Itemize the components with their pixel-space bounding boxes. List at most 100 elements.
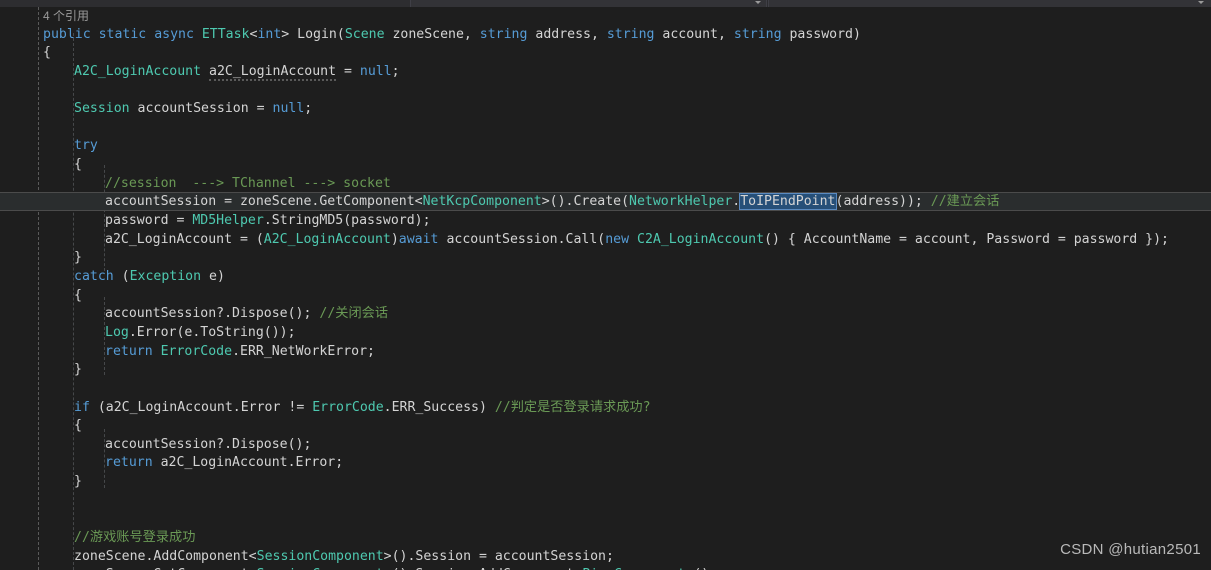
code-line[interactable]: password = MD5Helper.StringMD5(password)…: [105, 211, 431, 230]
code-text: (a2C_LoginAccount.Error !=: [89, 399, 313, 415]
code-text: {: [74, 157, 82, 173]
code-text: address,: [527, 26, 607, 42]
code-type: NetworkHelper: [629, 194, 733, 210]
code-line[interactable]: zoneScene.GetComponent<SessionComponent>…: [74, 565, 717, 570]
code-line[interactable]: }: [74, 248, 82, 267]
code-text: Login: [297, 26, 337, 42]
code-text: () { AccountName = account, Password = p…: [764, 231, 1169, 247]
code-text: >().Session = accountSession;: [383, 548, 614, 564]
code-line[interactable]: Log.Error(e.ToString());: [105, 323, 296, 342]
code-text: (: [336, 26, 345, 42]
code-text: ;: [391, 63, 400, 79]
code-line[interactable]: {: [74, 416, 82, 435]
code-line[interactable]: //游戏账号登录成功: [74, 528, 195, 547]
code-keyword: return: [105, 343, 153, 359]
code-keyword: if: [74, 399, 90, 415]
code-type: ErrorCode: [160, 343, 233, 359]
code-text: a2C_LoginAccount: [209, 63, 337, 81]
code-keyword: string: [479, 26, 528, 42]
code-type: A2C_LoginAccount: [74, 63, 202, 79]
chevron-down-icon[interactable]: [1198, 1, 1204, 4]
code-type: Session: [74, 101, 130, 117]
code-text: .StringMD5(password);: [263, 213, 431, 228]
code-comment: //建立会话: [930, 194, 1000, 210]
code-line[interactable]: public static async ETTask<int> Login(Sc…: [43, 25, 861, 44]
code-text: accountSession?.Dispose();: [105, 436, 312, 452]
code-text: }: [74, 474, 82, 490]
code-keyword: null: [272, 101, 305, 117]
toolbar-segment-project[interactable]: [410, 0, 767, 7]
code-editor[interactable]: 4 个引用 public static async ETTask<int> Lo…: [0, 7, 1211, 570]
code-text: .ERR_Success): [383, 399, 495, 415]
code-keyword: async: [154, 26, 194, 42]
code-line[interactable]: return a2C_LoginAccount.Error;: [105, 453, 343, 472]
code-text: }: [74, 250, 82, 266]
code-type: SessionComponent: [256, 548, 384, 564]
code-line[interactable]: try: [74, 136, 98, 155]
selected-token[interactable]: ToIPEndPoint: [739, 193, 837, 211]
code-line[interactable]: zoneScene.AddComponent<SessionComponent>…: [74, 547, 614, 566]
code-keyword: await: [398, 231, 439, 247]
code-keyword: string: [733, 26, 782, 42]
code-text: =: [336, 63, 360, 79]
code-keyword: try: [74, 138, 98, 154]
code-folding-guide: [38, 7, 40, 570]
code-text: .Error(e.ToString());: [128, 324, 296, 340]
code-text: e): [201, 268, 225, 284]
code-text: accountSession?.Dispose();: [105, 306, 320, 322]
code-text: accountSession.Call(: [438, 231, 606, 247]
code-line[interactable]: catch (Exception e): [74, 267, 225, 286]
code-text: (address));: [835, 194, 931, 210]
code-line[interactable]: }: [74, 472, 82, 491]
code-line[interactable]: A2C_LoginAccount a2C_LoginAccount = null…: [74, 62, 400, 81]
code-line[interactable]: {: [43, 43, 51, 62]
code-text: a2C_LoginAccount = (: [105, 231, 264, 247]
codelens-reference-count[interactable]: 4 个引用: [43, 7, 89, 25]
code-keyword: public: [43, 26, 91, 42]
code-line[interactable]: if (a2C_LoginAccount.Error != ErrorCode.…: [74, 398, 651, 417]
code-text: ): [390, 231, 399, 247]
code-type: C2A_LoginAccount: [637, 231, 765, 247]
toolbar-segment-member[interactable]: [768, 0, 1211, 7]
code-text: {: [74, 287, 82, 303]
code-line[interactable]: accountSession?.Dispose();: [105, 435, 311, 454]
code-line[interactable]: {: [74, 286, 82, 305]
code-text: {: [43, 45, 51, 61]
code-type: Exception: [129, 268, 202, 284]
code-text: (: [113, 268, 130, 284]
code-text: >().Create(: [541, 194, 630, 210]
code-keyword: catch: [74, 268, 114, 284]
code-text: {: [74, 418, 82, 434]
code-line[interactable]: //session ---> TChannel ---> socket: [105, 174, 391, 193]
code-text: .ERR_NetWorkError;: [232, 343, 375, 359]
code-type: NetKcpComponent: [422, 194, 542, 210]
code-line[interactable]: {: [74, 155, 82, 174]
code-text: a2C_LoginAccount.Error;: [152, 455, 344, 471]
code-line[interactable]: accountSession = zoneScene.GetComponent<…: [105, 192, 999, 211]
code-type: ETTask: [201, 26, 250, 42]
code-keyword: return: [105, 455, 153, 471]
code-text: password): [781, 26, 861, 42]
code-text: zoneScene,: [384, 26, 480, 42]
code-text: zoneScene.AddComponent: [74, 548, 249, 564]
code-line[interactable]: }: [74, 360, 82, 379]
code-comment: //游戏账号登录成功: [74, 530, 196, 546]
code-line[interactable]: Session accountSession = null;: [74, 99, 312, 118]
code-comment: //关闭会话: [319, 306, 389, 322]
code-text: ;: [304, 101, 313, 117]
code-text: password =: [105, 213, 193, 228]
code-type: A2C_LoginAccount: [263, 231, 391, 247]
code-line[interactable]: accountSession?.Dispose(); //关闭会话: [105, 304, 388, 323]
code-line[interactable]: return ErrorCode.ERR_NetWorkError;: [105, 342, 375, 361]
code-keyword: string: [606, 26, 655, 42]
chevron-down-icon[interactable]: [755, 1, 761, 4]
code-keyword: new: [605, 231, 630, 247]
code-keyword: null: [359, 63, 392, 79]
csdn-watermark: CSDN @hutian2501: [1060, 541, 1201, 558]
code-line[interactable]: a2C_LoginAccount = (A2C_LoginAccount)awa…: [105, 230, 1169, 249]
code-type: ErrorCode: [312, 399, 384, 415]
